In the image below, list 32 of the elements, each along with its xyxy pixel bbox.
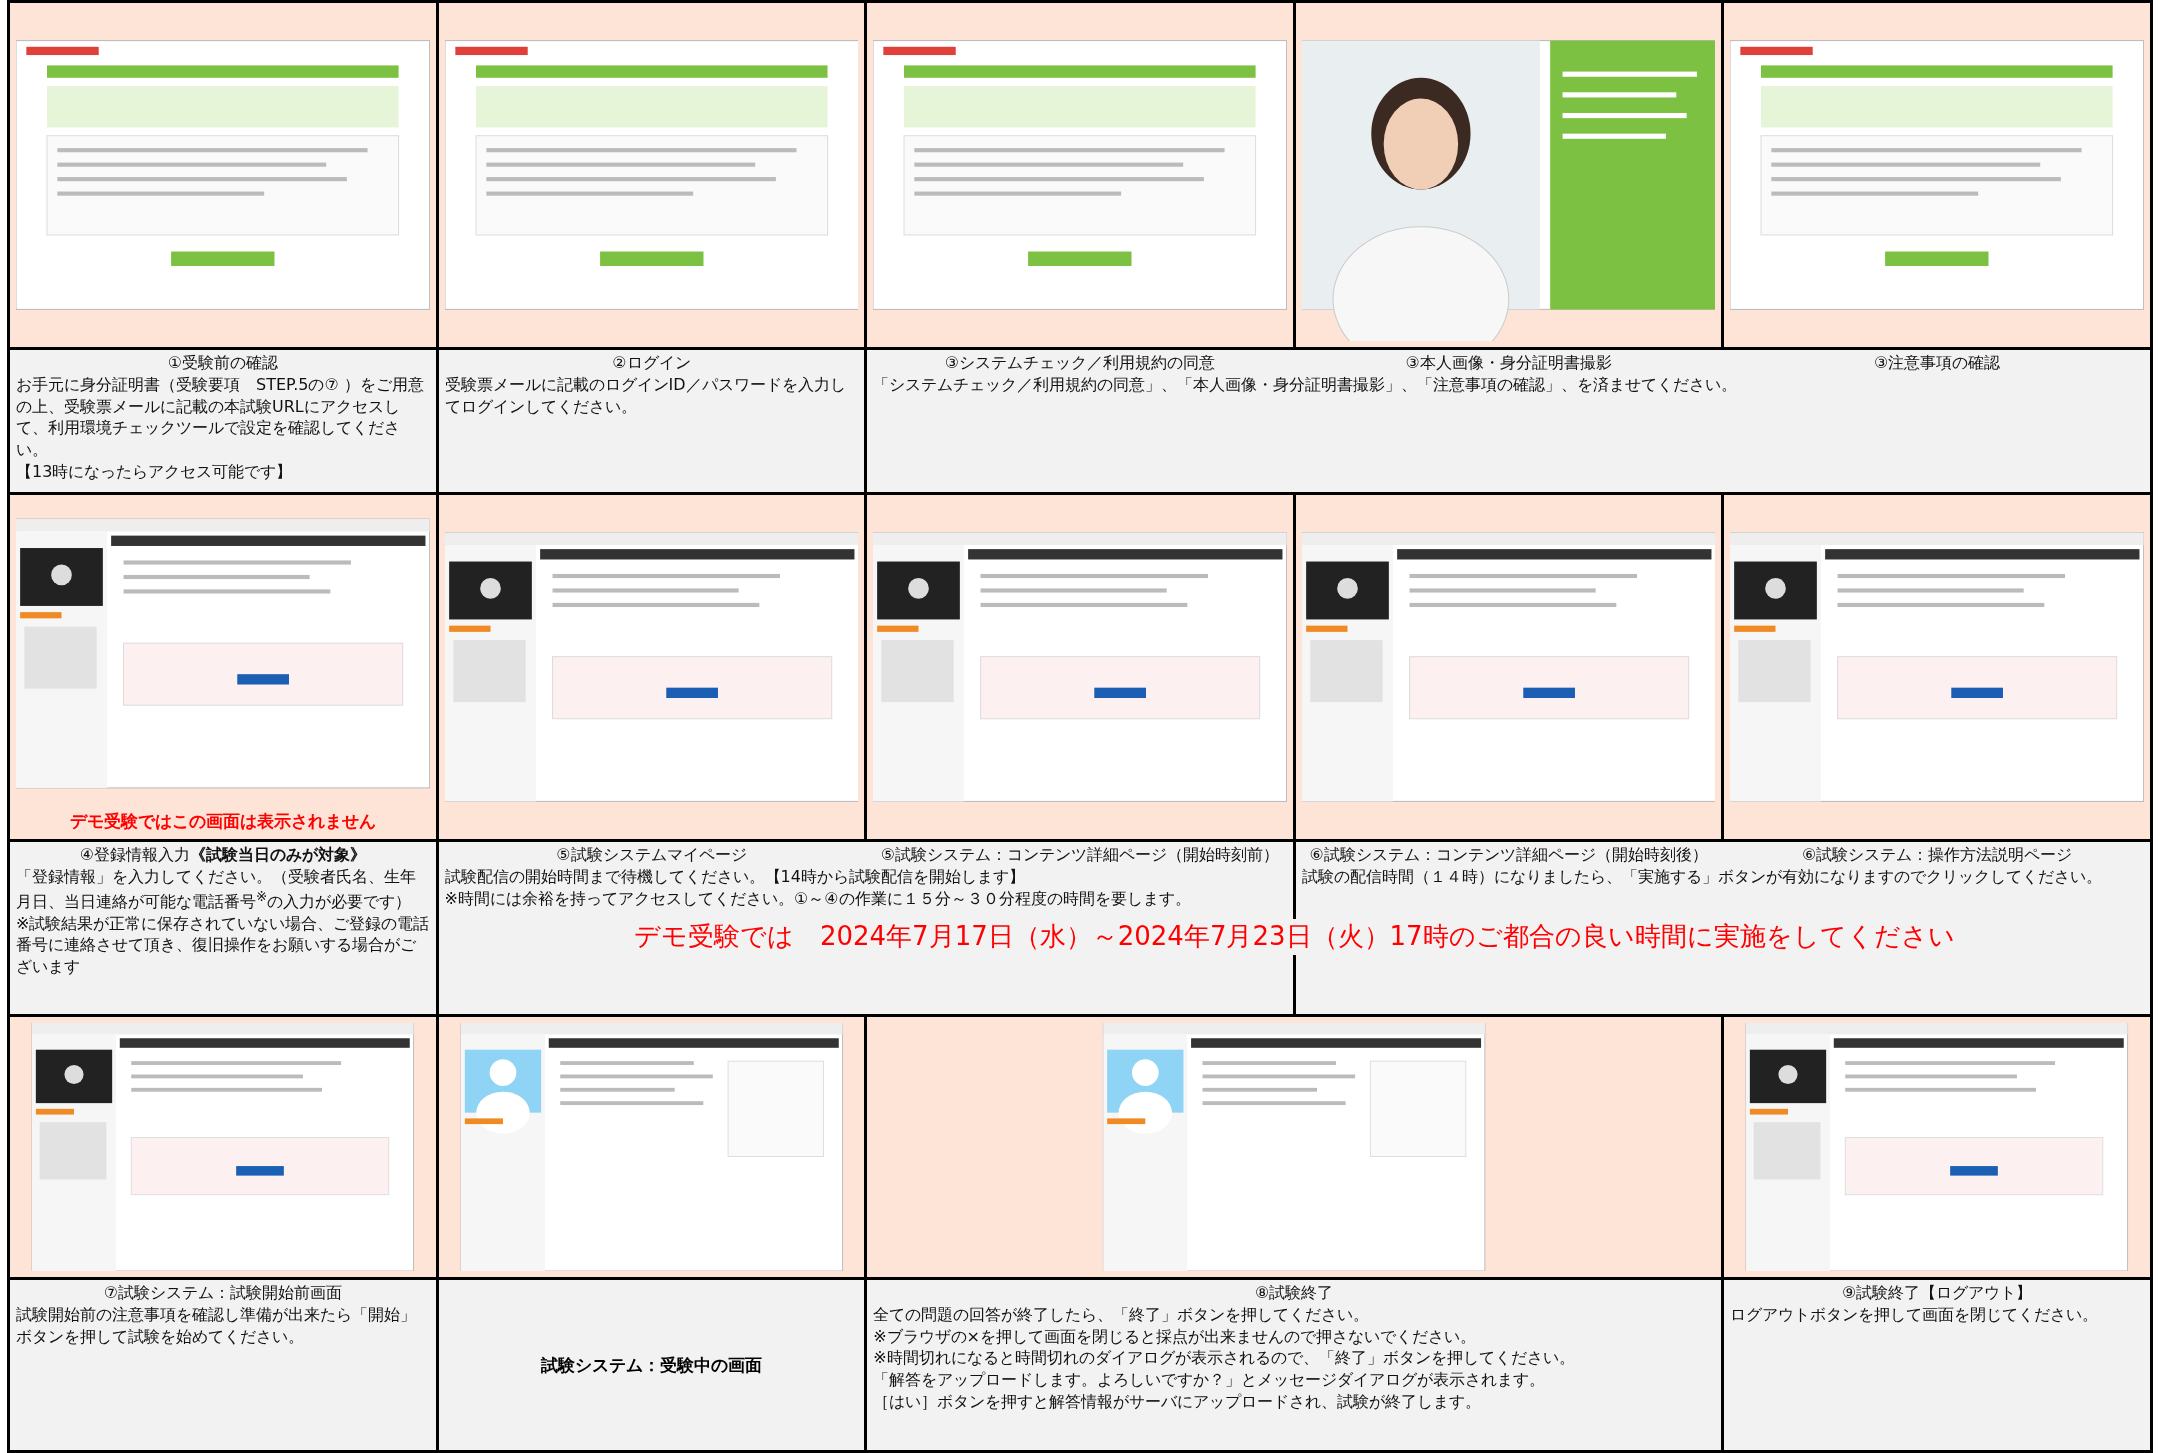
step-description: 【13時になったらアクセス可能です】 (16, 460, 294, 483)
step-description: ［はい］ボタンを押すと解答情報がサーバにアップロードされ、試験が終了します。 (873, 1390, 1483, 1413)
step-description: ログアウトボタンを押して画面を閉じてください。 (1730, 1303, 2100, 1326)
step-description: ※時間切れになると時間切れのダイアログが表示されるので、「終了」ボタンを押してください。 (873, 1347, 1576, 1369)
step-description: 受験票メールに記載のログインID／パスワードを入力してログインしてください。 (444, 373, 847, 418)
step-description: 試験開始前の注意事項を確認し準備が出来たら「開始」ボタンを押して試験を始めてください。 (16, 1303, 417, 1348)
step-title: ④登録情報入力《試験当日のみが対象》 (79, 844, 366, 866)
step-description: ※時間には余裕を持ってアクセスしてください。①～④の作業に１５分～３０分程度の時間を要します。 (444, 887, 1192, 910)
step-description: ※試験結果が正常に保存されていない場合、ご登録の電話番号に連絡させて頂き、復旧操作をお願いする場合がございます (16, 912, 430, 978)
step-title: ③システムチェック／利用規約の同意 (944, 352, 1216, 374)
step-title: ③本人画像・身分証明書撮影 (1405, 352, 1612, 374)
step-title: ③注意事項の確認 (1874, 352, 2001, 374)
step-title: ①受験前の確認 (167, 352, 278, 374)
warning-caption: デモ受験ではこの画面は表示されません (69, 810, 376, 833)
step-title: ②ログイン (612, 352, 691, 374)
step-title: ⑥試験システム：操作方法説明ページ (1802, 844, 2073, 866)
step-description: 試験の配信時間（１４時）になりましたら、「実施する」ボタンが有効になりますのでクリックしてください。 (1301, 865, 2103, 888)
step-title: ⑧試験終了 (1255, 1282, 1334, 1304)
step-description: ※ブラウザの×を押して画面を閉じると採点が出来ませんので押さないでください。 (873, 1325, 1477, 1348)
step-description: 全ての問題の回答が終了したら、「終了」ボタンを押してください。 (873, 1303, 1371, 1326)
step-title: ⑤試験システム：コンテンツ詳細ページ（開始時刻前） (880, 844, 1280, 866)
step-title: ⑨試験終了【ログアウト】 (1842, 1282, 2033, 1304)
step-description: 「解答をアップロードします。よろしいですか？」とメッセージダイアログが表示されます。 (873, 1369, 1547, 1391)
notice-text: デモ受験では 2024年7月17日（水）～2024年7月23日（火）17時のご都合の良い時間に実施をしてください (633, 919, 1955, 955)
step-description: 「システムチェック／利用規約の同意」、「本人画像・身分証明書撮影」、「注意事項の確認」、を済ませてください。 (873, 373, 1739, 396)
step-description: 試験配信の開始時間まで待機してください。【14時から試験配信を開始します】 (444, 865, 1026, 888)
note-text: 試験システム：受験中の画面 (540, 1353, 762, 1377)
step-title: ⑦試験システム：試験開始前画面 (103, 1282, 342, 1304)
step-title: ⑥試験システム：コンテンツ詳細ページ（開始時刻後） (1309, 844, 1708, 866)
step-description: お手元に身分証明書（受験要項 STEP.5の⑦ ）をご用意の上、受験票メールに記載の本試験URLにアクセスして、利用環境チェックツールで設定を確認してください。 (16, 373, 425, 461)
step-title: ⑤試験システムマイページ (556, 844, 747, 866)
step-description: 「登録情報」を入力してください。（受験者氏名、生年月日、当日連絡が可能な電話番号$^{※}$の入力が必要です） (16, 865, 417, 913)
